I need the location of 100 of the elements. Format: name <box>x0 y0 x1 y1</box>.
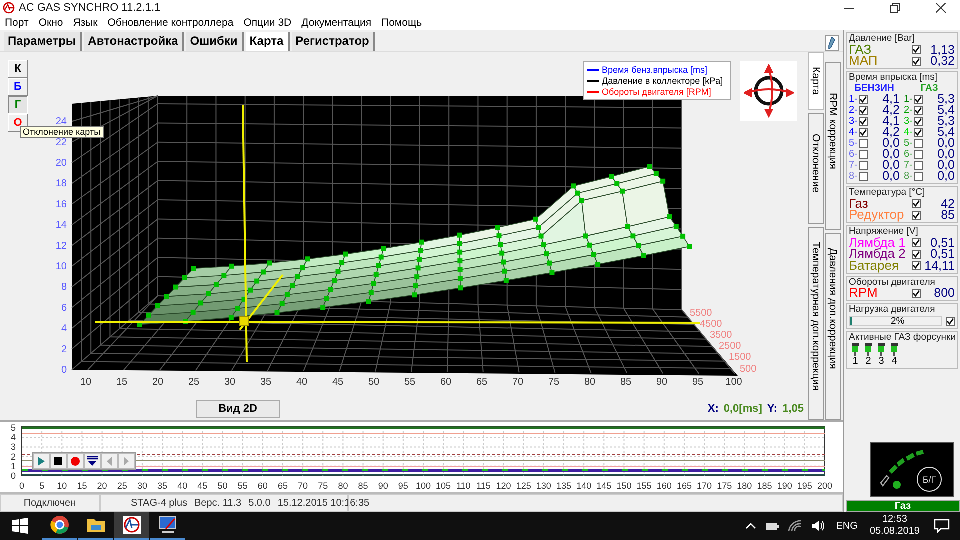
vertical-tab[interactable]: Отклонение <box>808 113 824 224</box>
cylinder-label: 8- <box>904 171 914 182</box>
injection-value: 0,0 <box>936 138 955 149</box>
checkbox[interactable] <box>912 261 921 270</box>
chevron-up-icon[interactable] <box>746 523 756 529</box>
axis-tick-label: 1 <box>10 461 16 472</box>
map-mode-button[interactable]: Б <box>8 78 28 96</box>
map-mode-button[interactable]: Г <box>8 96 28 114</box>
vertical-tab[interactable]: Карта <box>808 52 824 110</box>
start-icon[interactable] <box>12 518 28 534</box>
stop-icon <box>53 456 64 466</box>
cylinder-label: 3- <box>849 116 859 127</box>
tab[interactable]: Регистратор <box>292 32 376 51</box>
checkbox[interactable] <box>914 117 923 126</box>
checkbox[interactable] <box>859 117 868 126</box>
menu-item[interactable]: Порт <box>5 16 29 28</box>
axis-tick-label: 135 <box>556 481 572 491</box>
axis-tick-label: 90 <box>378 481 388 491</box>
restore-icon[interactable] <box>890 2 900 12</box>
battery-plug-icon[interactable] <box>765 521 780 531</box>
language-indicator[interactable]: ENG <box>836 520 858 532</box>
menu-item[interactable]: Окно <box>38 16 64 28</box>
axis-tick-label: 45 <box>198 481 208 491</box>
tab[interactable]: Ошибки <box>186 32 244 51</box>
tab[interactable]: Параметры <box>4 32 82 51</box>
vertical-tab[interactable]: RPM коррекция <box>825 62 841 230</box>
injection-value: 5,4 <box>936 105 955 116</box>
axis-tick-label: 50 <box>218 481 228 491</box>
checkbox[interactable] <box>912 56 921 66</box>
fuel-switch-button[interactable]: Б/Г <box>917 467 942 492</box>
checkbox[interactable] <box>912 238 921 248</box>
view-2d-button[interactable]: Вид 2D <box>196 400 280 418</box>
axis-tick-label: 60 <box>258 481 268 491</box>
axis-tick-label: 20 <box>152 377 164 388</box>
checkbox[interactable] <box>912 199 921 208</box>
checkbox[interactable] <box>914 106 923 115</box>
checkbox[interactable] <box>914 172 923 181</box>
cursor-value: 1,05 <box>782 402 804 414</box>
checkbox[interactable] <box>912 288 921 298</box>
menu-item[interactable]: Обновление контроллера <box>108 16 234 28</box>
checkbox[interactable] <box>914 161 923 170</box>
marker-button[interactable] <box>84 453 101 469</box>
axis-tick-label: 115 <box>476 481 491 491</box>
parameter-value: 0,51 <box>930 248 955 260</box>
checkbox[interactable] <box>859 161 868 170</box>
move-arrows-icon[interactable] <box>744 64 794 118</box>
menu-item[interactable]: Помощь <box>382 16 422 28</box>
checkbox[interactable] <box>912 250 921 259</box>
play-button[interactable] <box>33 453 50 469</box>
axis-tick-label: 20 <box>97 481 108 491</box>
close-icon[interactable] <box>936 2 946 12</box>
injection-value: 0,0 <box>882 138 900 149</box>
injection-value: 0,0 <box>936 149 955 160</box>
vertical-tab[interactable]: Температурная доп.коррекция <box>808 227 824 420</box>
checkbox[interactable] <box>914 128 923 137</box>
speaker-icon[interactable] <box>811 520 826 532</box>
checkbox[interactable] <box>859 150 868 159</box>
parameter-value: 800 <box>934 287 955 300</box>
checkbox[interactable] <box>946 316 955 326</box>
wifi-icon[interactable] <box>788 520 802 532</box>
clock[interactable]: 12:53 05.08.2019 <box>870 514 920 538</box>
load-reading: 2% <box>890 316 905 327</box>
tab[interactable]: Карта <box>246 32 290 51</box>
checkbox[interactable] <box>914 95 923 104</box>
injection-value: 5,3 <box>936 94 955 105</box>
vertical-tab[interactable]: Давления доп.коррекция <box>825 233 841 420</box>
checkbox[interactable] <box>914 150 923 159</box>
checkbox[interactable] <box>914 139 923 148</box>
axis-tick-label: 95 <box>398 481 408 491</box>
axis-tick-label: 4500 <box>700 319 722 330</box>
menu-item[interactable]: Язык <box>73 16 98 28</box>
checkbox[interactable] <box>859 106 868 115</box>
record-button[interactable] <box>67 453 84 469</box>
injection-value: 0,0 <box>882 160 900 171</box>
axis-tick-label: 4 <box>61 324 67 335</box>
map-mode-button[interactable]: К <box>8 60 28 78</box>
cylinder-label: 1- <box>849 94 859 105</box>
tooltip: Отклонение карты <box>20 126 104 138</box>
axis-tick-label: 10 <box>56 262 67 272</box>
menu-item[interactable]: Опции 3D <box>244 16 292 28</box>
taskbar-app[interactable] <box>114 512 149 540</box>
stop-button[interactable] <box>50 453 67 469</box>
edit-button[interactable] <box>825 35 839 51</box>
tab[interactable]: Автонастройка <box>84 32 184 51</box>
parameter-label: Редуктор <box>849 209 906 222</box>
menu-item[interactable]: Документация <box>302 16 372 28</box>
checkbox[interactable] <box>859 95 868 104</box>
checkbox[interactable] <box>859 139 868 148</box>
axis-tick-label: 80 <box>584 377 596 388</box>
checkbox[interactable] <box>859 128 868 137</box>
axis-tick-label: 75 <box>548 377 560 388</box>
checkbox[interactable] <box>859 172 868 181</box>
axis-tick-label: 85 <box>358 481 368 491</box>
notification-icon[interactable] <box>934 519 950 533</box>
checkbox[interactable] <box>912 210 921 220</box>
device-info: STAG-4 plus <box>131 498 188 508</box>
axis-tick-label: 75 <box>318 481 328 491</box>
checkbox[interactable] <box>912 45 921 54</box>
parameter-value: 14,11 <box>924 260 955 272</box>
axis-tick-label: 5 <box>40 481 45 491</box>
